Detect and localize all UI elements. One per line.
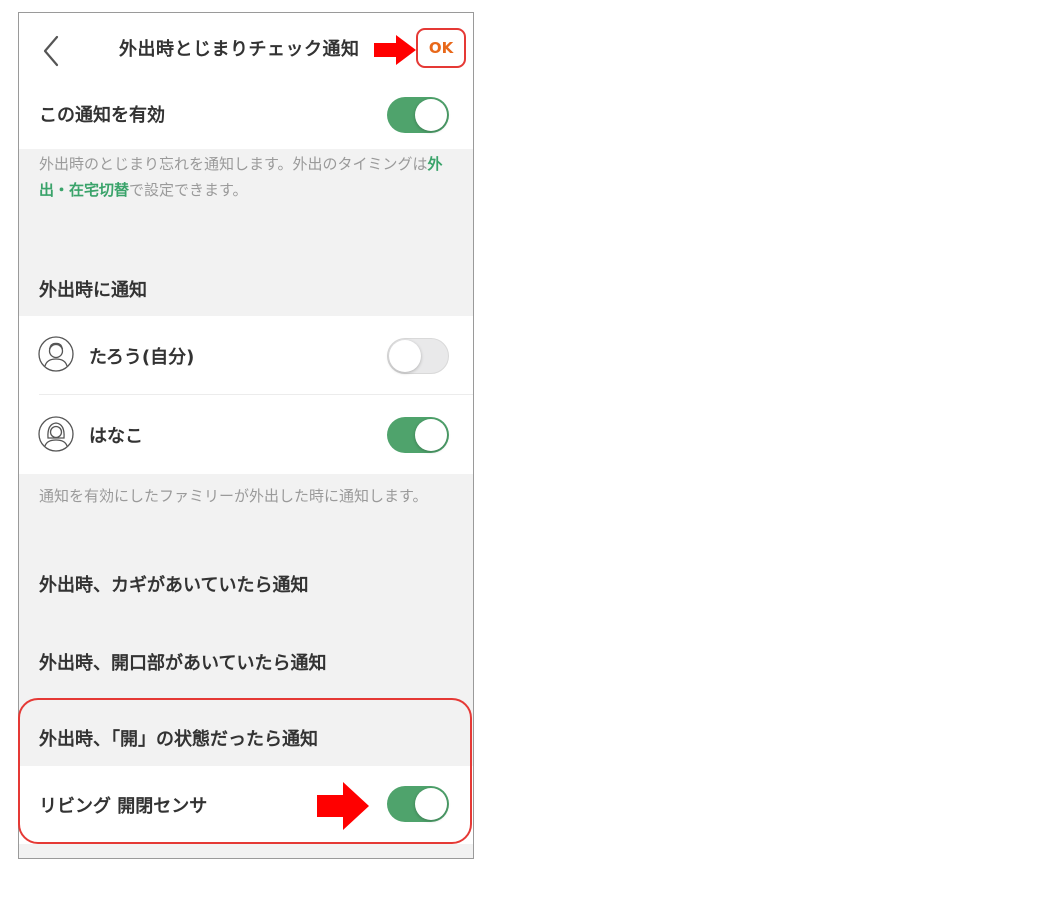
key-open-condition: 外出時、カギがあいていたら通知 (39, 575, 309, 596)
page-title: 外出時とじまりチェック通知 (119, 39, 360, 60)
male-avatar-icon (38, 336, 74, 372)
member-name: たろう(自分) (89, 347, 195, 368)
member-row: はなこ (19, 395, 473, 474)
annotation-arrow-icon (374, 35, 416, 65)
female-avatar-icon (38, 416, 74, 452)
member-row: たろう(自分) (19, 316, 473, 394)
description-text: 外出時のとじまり忘れを通知します。外出のタイミングは外出・在宅切替で設定できます… (39, 151, 459, 203)
member-toggle[interactable] (387, 338, 449, 374)
member-note: 通知を有効にしたファミリーが外出した時に通知します。 (39, 487, 428, 505)
enable-notification-row: この通知を有効 (19, 83, 473, 149)
description-prefix: 外出時のとじまり忘れを通知します。外出のタイミングは (39, 155, 428, 173)
member-name: はなこ (89, 426, 143, 447)
nav-header: 外出時とじまりチェック通知 OK (19, 13, 473, 83)
annotation-highlight-box (18, 698, 472, 844)
member-list: たろう(自分) はなこ (19, 316, 473, 474)
notify-section-title: 外出時に通知 (39, 280, 147, 301)
member-toggle[interactable] (387, 417, 449, 453)
opening-open-condition: 外出時、開口部があいていたら通知 (39, 653, 327, 674)
enable-notification-label: この通知を有効 (39, 105, 165, 126)
description-suffix: で設定できます。 (129, 181, 248, 199)
ok-button[interactable]: OK (416, 28, 466, 68)
enable-notification-toggle[interactable] (387, 97, 449, 133)
back-chevron-icon[interactable] (39, 31, 67, 71)
